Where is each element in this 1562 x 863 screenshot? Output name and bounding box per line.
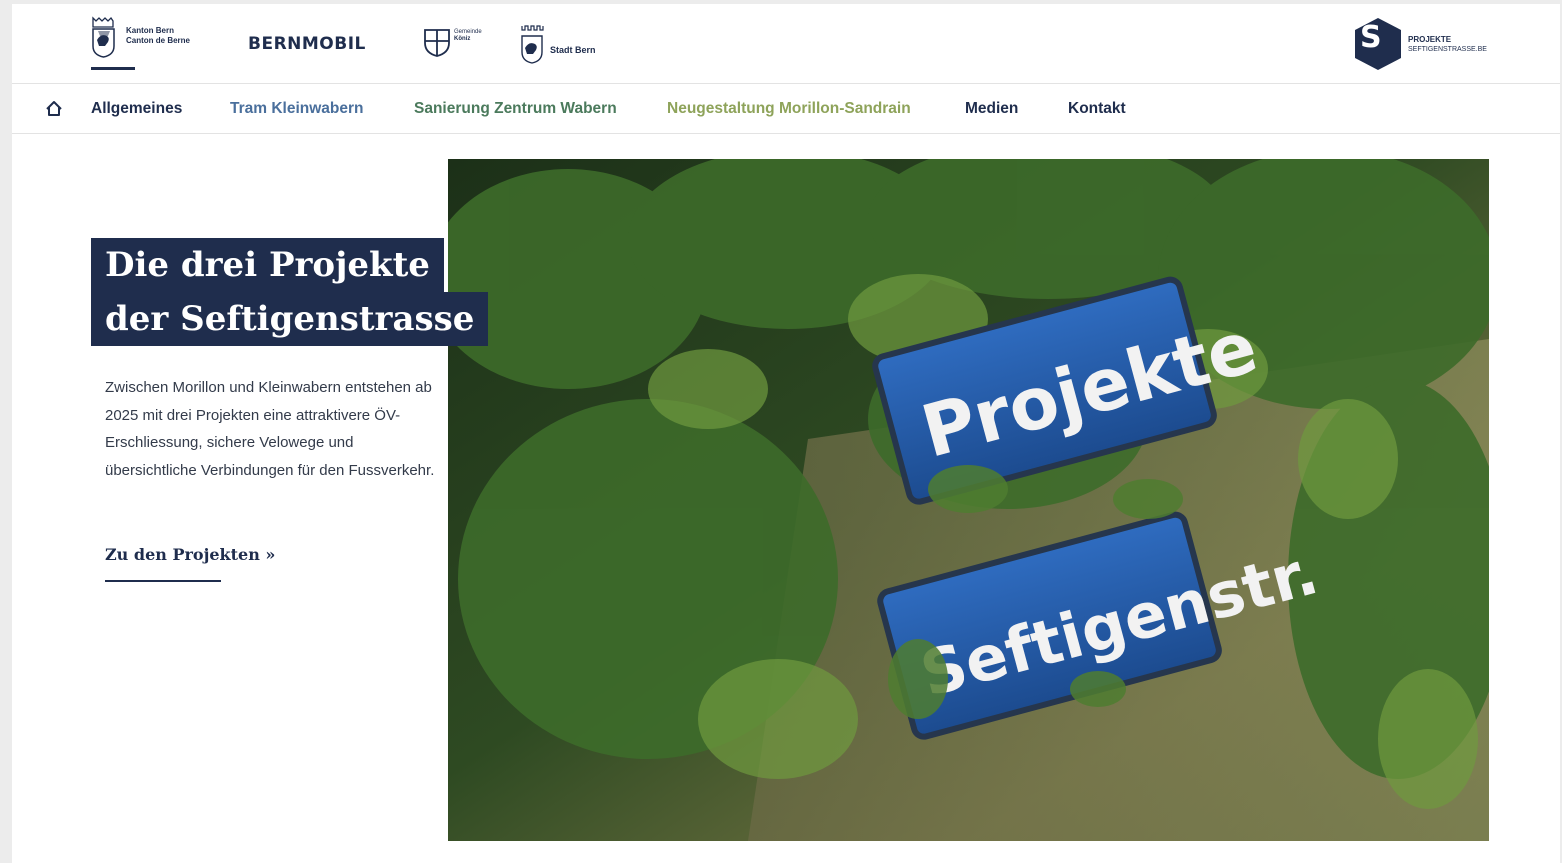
hero-image: Projekte Seftigenstr. xyxy=(448,159,1489,841)
svg-text:S: S xyxy=(1360,20,1382,55)
home-icon[interactable] xyxy=(45,100,63,118)
projekte-line2: SEFTIGENSTRASSE.BE xyxy=(1408,45,1487,53)
to-projects-link[interactable]: Zu den Projekten » xyxy=(105,545,275,564)
stadt-bern-logo[interactable]: Stadt Bern xyxy=(520,24,596,64)
cta-underline xyxy=(105,580,221,582)
projekte-line1: PROJEKTE xyxy=(1408,34,1452,44)
hero-title-line1: Die drei Projekte xyxy=(91,238,444,292)
bern-coat-of-arms-icon xyxy=(92,16,115,58)
kanton-bern-line1: Kanton Bern xyxy=(126,26,174,35)
koeniz-line2: Köniz xyxy=(454,36,471,42)
active-logo-underline xyxy=(91,67,135,70)
koeniz-logo[interactable]: Gemeinde Köniz xyxy=(423,27,482,57)
hero-title-line2: der Seftigenstrasse xyxy=(91,292,489,346)
bernmobil-logo[interactable]: BERNMOBIL xyxy=(248,34,366,54)
koeniz-coat-of-arms-icon xyxy=(424,29,450,57)
nav-item-sanierung-zentrum-wabern[interactable]: Sanierung Zentrum Wabern xyxy=(414,100,617,118)
projekte-hexagon-s-icon: S xyxy=(1355,18,1401,70)
page: Kanton Bern Canton de Berne BERNMOBIL Ge… xyxy=(12,4,1560,863)
projekte-seftigenstrasse-logo[interactable]: S PROJEKTE SEFTIGENSTRASSE.BE xyxy=(1354,17,1487,71)
nav-item-medien[interactable]: Medien xyxy=(965,100,1018,118)
nav-item-neugestaltung-morillon-sandrain[interactable]: Neugestaltung Morillon-Sandrain xyxy=(667,100,911,118)
nav-item-kontakt[interactable]: Kontakt xyxy=(1068,100,1126,118)
kanton-bern-logo[interactable]: Kanton Bern Canton de Berne xyxy=(90,16,190,58)
stadt-bern-text: Stadt Bern xyxy=(550,45,596,55)
hero-photo-ivy-street-signs: Projekte Seftigenstr. xyxy=(448,159,1489,841)
hero-intro-text: Zwischen Morillon und Kleinwabern entste… xyxy=(105,379,435,479)
nav-item-allgemeines[interactable]: Allgemeines xyxy=(91,100,182,118)
nav-item-tram-kleinwabern[interactable]: Tram Kleinwabern xyxy=(230,100,364,118)
koeniz-line1: Gemeinde xyxy=(454,29,482,35)
main-navigation: Allgemeines Tram Kleinwabern Sanierung Z… xyxy=(12,85,1560,134)
kanton-bern-line2: Canton de Berne xyxy=(126,36,191,45)
stadt-bern-coat-of-arms-icon xyxy=(521,25,544,64)
site-header: Kanton Bern Canton de Berne BERNMOBIL Ge… xyxy=(12,4,1560,84)
